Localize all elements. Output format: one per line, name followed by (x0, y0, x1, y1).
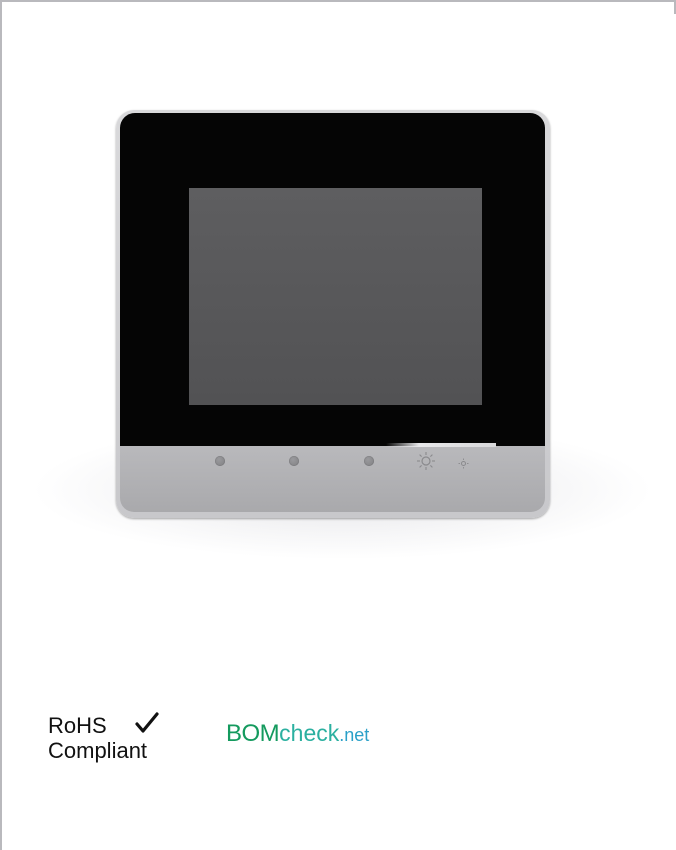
brightness-up-icon[interactable] (416, 451, 436, 476)
rohs-label: RoHS (48, 712, 107, 738)
round-key-2[interactable] (289, 456, 299, 466)
compliant-label: Compliant (48, 738, 148, 763)
bar-highlight (386, 443, 496, 447)
bomcheck-net-text: .net (339, 725, 370, 745)
bomcheck-check-text: check (279, 720, 340, 746)
brightness-down-icon[interactable] (458, 456, 469, 474)
display-screen (189, 188, 482, 405)
front-bezel (120, 113, 545, 457)
rohs-compliant-badge: RoHS Compliant (48, 712, 159, 763)
bomcheck-bom-text: BOM (226, 720, 280, 747)
round-key-3[interactable] (364, 456, 374, 466)
checkmark-icon (135, 712, 159, 739)
bomcheck-logo[interactable]: BOM check .net (226, 720, 369, 748)
round-key-1[interactable] (215, 456, 225, 466)
touch-panel-device (116, 110, 550, 518)
control-bar (120, 446, 545, 512)
